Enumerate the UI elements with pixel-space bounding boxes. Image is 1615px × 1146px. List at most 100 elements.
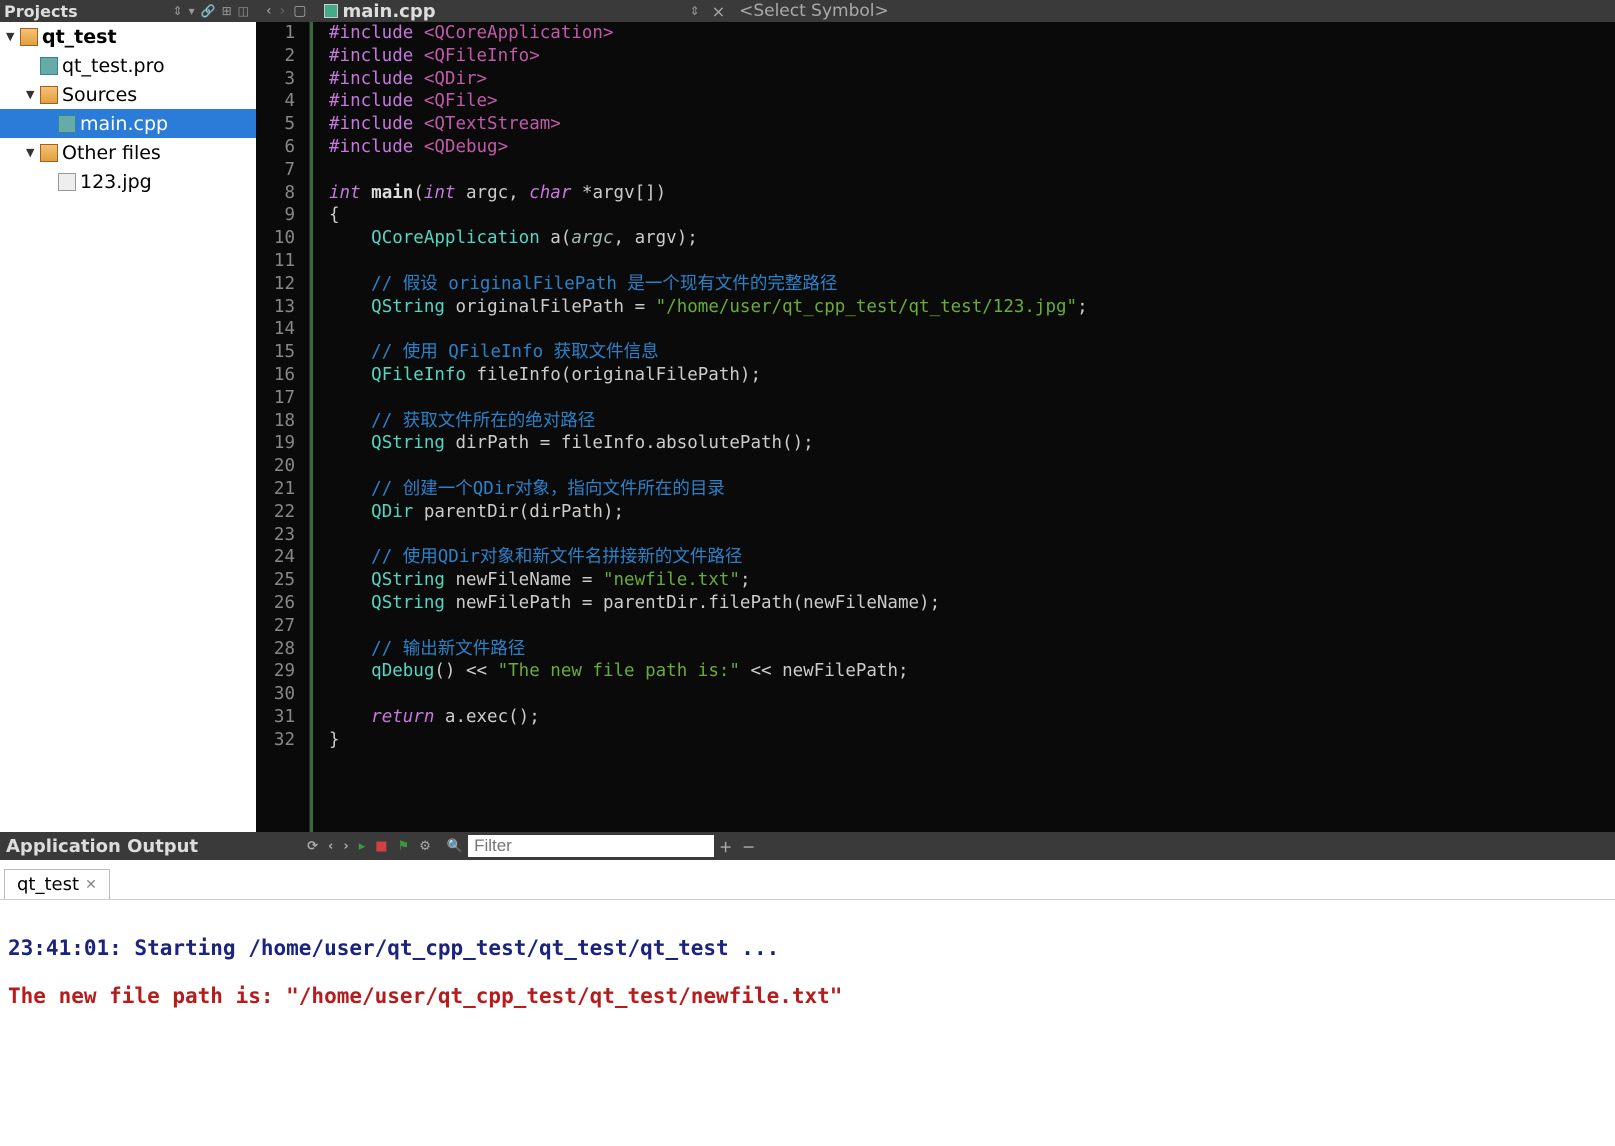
line-number: 24 bbox=[256, 546, 303, 569]
output-console[interactable]: 23:41:01: Starting /home/user/qt_cpp_tes… bbox=[0, 900, 1615, 1146]
settings-icon[interactable]: ⚙ bbox=[414, 839, 436, 854]
code-line[interactable] bbox=[329, 159, 1615, 182]
projects-dropdown-icon[interactable]: ⇕ bbox=[170, 4, 186, 18]
expand-arrow-icon[interactable]: ▼ bbox=[26, 88, 40, 101]
nav-fwd-icon[interactable]: › bbox=[276, 3, 290, 19]
output-tabs: qt_test ✕ bbox=[0, 860, 1615, 900]
line-number: 6 bbox=[256, 136, 303, 159]
code-line[interactable]: // 使用QDir对象和新文件名拼接新的文件路径 bbox=[329, 546, 1615, 569]
code-line[interactable]: QFileInfo fileInfo(originalFilePath); bbox=[329, 364, 1615, 387]
line-number-gutter: 1234567891011121314151617181920212223242… bbox=[256, 22, 310, 832]
line-number: 1 bbox=[256, 22, 303, 45]
line-number: 2 bbox=[256, 45, 303, 68]
filter-icon[interactable]: ▾ bbox=[186, 4, 198, 18]
code-line[interactable]: return a.exec(); bbox=[329, 706, 1615, 729]
line-number: 16 bbox=[256, 364, 303, 387]
stop-icon[interactable]: ■ bbox=[370, 839, 392, 854]
code-line[interactable]: // 输出新文件路径 bbox=[329, 638, 1615, 661]
code-line[interactable]: #include <QFile> bbox=[329, 90, 1615, 113]
code-line[interactable]: // 假设 originalFilePath 是一个现有文件的完整路径 bbox=[329, 273, 1615, 296]
other-files-folder[interactable]: ▼ Other files bbox=[0, 138, 256, 167]
expand-arrow-icon[interactable]: ▼ bbox=[26, 146, 40, 159]
run-icon[interactable]: ▸ bbox=[354, 839, 371, 854]
code-line[interactable]: QCoreApplication a(argc, argv); bbox=[329, 227, 1615, 250]
code-line[interactable]: QDir parentDir(dirPath); bbox=[329, 501, 1615, 524]
expand-arrow-icon[interactable]: ▼ bbox=[6, 30, 20, 43]
code-line[interactable]: // 获取文件所在的绝对路径 bbox=[329, 410, 1615, 433]
line-number: 13 bbox=[256, 296, 303, 319]
code-line[interactable]: // 创建一个QDir对象，指向文件所在的目录 bbox=[329, 478, 1615, 501]
editor-file-dropdown[interactable]: main.cpp bbox=[316, 1, 443, 22]
code-line[interactable] bbox=[329, 318, 1615, 341]
source-file-main-cpp[interactable]: main.cpp bbox=[0, 109, 256, 138]
project-root[interactable]: ▼ qt_test bbox=[0, 22, 256, 51]
pro-file-item[interactable]: qt_test.pro bbox=[0, 51, 256, 80]
folder-icon bbox=[40, 86, 58, 104]
line-number: 30 bbox=[256, 683, 303, 706]
symbol-selector[interactable]: <Select Symbol> bbox=[731, 1, 1615, 21]
code-content[interactable]: #include <QCoreApplication>#include <QFi… bbox=[310, 22, 1615, 832]
code-line[interactable]: #include <QFileInfo> bbox=[329, 45, 1615, 68]
code-line[interactable]: #include <QDebug> bbox=[329, 136, 1615, 159]
output-panel-title: Application Output bbox=[2, 836, 202, 857]
nav-back-icon[interactable]: ‹ bbox=[262, 3, 276, 19]
editor-filename: main.cpp bbox=[342, 1, 435, 22]
code-line[interactable] bbox=[329, 250, 1615, 273]
line-number: 3 bbox=[256, 68, 303, 91]
prev-icon[interactable]: ‹ bbox=[323, 839, 338, 854]
code-line[interactable]: #include <QCoreApplication> bbox=[329, 22, 1615, 45]
top-titlebar: Projects ⇕ ▾ 🔗 ⊞ ◫ ‹ › ▢ main.cpp ⇕ × <S… bbox=[0, 0, 1615, 22]
line-number: 15 bbox=[256, 341, 303, 364]
file-dropdown-icon[interactable]: ⇕ bbox=[684, 4, 706, 18]
zoom-in-icon[interactable]: ＋ bbox=[714, 837, 737, 856]
code-line[interactable]: QString newFileName = "newfile.txt"; bbox=[329, 569, 1615, 592]
code-line[interactable] bbox=[329, 387, 1615, 410]
add-icon[interactable]: ⊞ bbox=[219, 4, 235, 18]
line-number: 10 bbox=[256, 227, 303, 250]
output-tab[interactable]: qt_test ✕ bbox=[4, 869, 110, 899]
other-file-item[interactable]: 123.jpg bbox=[0, 167, 256, 196]
code-line[interactable]: QString newFilePath = parentDir.filePath… bbox=[329, 592, 1615, 615]
code-line[interactable] bbox=[329, 455, 1615, 478]
code-line[interactable]: // 使用 QFileInfo 获取文件信息 bbox=[329, 341, 1615, 364]
close-tab-icon[interactable]: ✕ bbox=[85, 877, 97, 893]
project-icon bbox=[20, 28, 38, 46]
sources-folder[interactable]: ▼ Sources bbox=[0, 80, 256, 109]
line-number: 21 bbox=[256, 478, 303, 501]
output-filter-input[interactable] bbox=[468, 835, 714, 857]
close-file-icon[interactable]: × bbox=[706, 2, 731, 21]
code-line[interactable]: QString dirPath = fileInfo.absolutePath(… bbox=[329, 432, 1615, 455]
code-line[interactable]: QString originalFilePath = "/home/user/q… bbox=[329, 296, 1615, 319]
code-line[interactable] bbox=[329, 683, 1615, 706]
source-file-name: main.cpp bbox=[80, 113, 168, 135]
zoom-out-icon[interactable]: － bbox=[737, 837, 760, 856]
projects-panel[interactable]: ▼ qt_test qt_test.pro ▼ Sources main.cpp… bbox=[0, 22, 256, 832]
code-editor[interactable]: 1234567891011121314151617181920212223242… bbox=[256, 22, 1615, 832]
link-icon[interactable]: 🔗 bbox=[198, 4, 219, 18]
code-line[interactable]: qDebug() << "The new file path is:" << n… bbox=[329, 660, 1615, 683]
line-number: 29 bbox=[256, 660, 303, 683]
attach-icon[interactable]: ⚑ bbox=[393, 839, 415, 854]
code-line[interactable]: #include <QTextStream> bbox=[329, 113, 1615, 136]
line-number: 27 bbox=[256, 615, 303, 638]
rerun-icon[interactable]: ⟳ bbox=[302, 839, 323, 854]
code-line[interactable]: int main(int argc, char *argv[]) bbox=[329, 182, 1615, 205]
sources-label: Sources bbox=[62, 84, 137, 106]
image-file-icon bbox=[58, 173, 76, 191]
code-line[interactable]: #include <QDir> bbox=[329, 68, 1615, 91]
editor-nav: ‹ › ▢ bbox=[256, 3, 316, 19]
nav-lock-icon[interactable]: ▢ bbox=[289, 3, 310, 19]
line-number: 8 bbox=[256, 182, 303, 205]
code-line[interactable]: } bbox=[329, 729, 1615, 752]
next-icon[interactable]: › bbox=[338, 839, 353, 854]
split-icon[interactable]: ◫ bbox=[235, 4, 252, 18]
code-line[interactable] bbox=[329, 524, 1615, 547]
code-line[interactable]: { bbox=[329, 204, 1615, 227]
line-number: 9 bbox=[256, 204, 303, 227]
pro-file-name: qt_test.pro bbox=[62, 55, 165, 77]
line-number: 22 bbox=[256, 501, 303, 524]
line-number: 18 bbox=[256, 410, 303, 433]
line-number: 11 bbox=[256, 250, 303, 273]
code-line[interactable] bbox=[329, 615, 1615, 638]
search-icon: 🔍 bbox=[442, 839, 468, 854]
